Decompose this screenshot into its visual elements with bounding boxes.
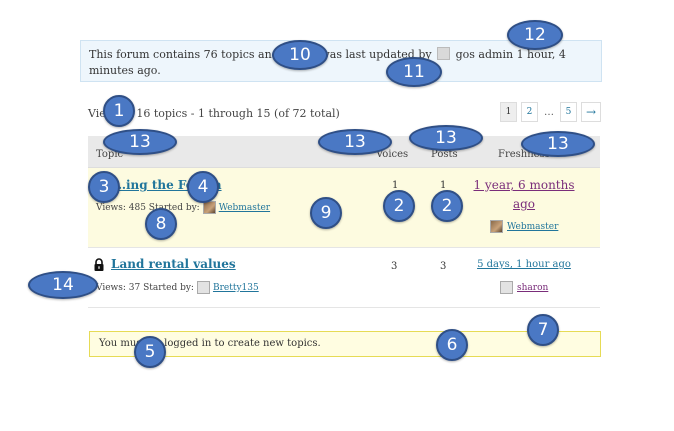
callout-5: 5 [134,336,166,368]
callout-4: 4 [187,171,219,203]
updater-avatar [437,47,451,60]
last-poster-avatar [500,281,513,294]
callout-8: 8 [145,208,177,240]
posts-count: 3 [440,261,447,272]
topic-views-label: Views: 485 Started by: [96,202,200,213]
page-ellipsis: … [544,106,554,118]
page-2[interactable]: 2 [521,102,538,122]
callout-1: 1 [103,95,135,127]
callout-2a: 2 [383,190,415,222]
last-poster: Webmaster [490,220,558,233]
lock-icon [94,258,104,271]
last-poster-link[interactable]: sharon [517,283,548,293]
callout-10: 10 [272,40,328,70]
updater-name[interactable]: gos admin [456,48,513,61]
table-row: Land rental values Views: 37 Started by:… [88,248,600,308]
forum-info-suffix: minutes ago. [89,64,161,77]
callout-12: 12 [507,20,563,50]
freshness-link[interactable]: 5 days, 1 hour ago [474,259,574,270]
callout-9: 9 [310,197,342,229]
topic-views-label: Views: 37 Started by: [96,282,194,293]
next-page-arrow-icon[interactable]: → [581,102,602,122]
last-poster: sharon [500,281,548,294]
callout-13a: 13 [103,129,177,155]
topic-meta: Views: 37 Started by: Bretty135 [96,281,259,294]
author-avatar [196,281,210,294]
callout-2b: 2 [431,190,463,222]
forum-info-prefix: This forum contains 76 topics and 4 [89,48,290,61]
callout-14: 14 [28,271,98,299]
pager: 1 2 … 5 → [500,102,602,122]
callout-7: 7 [527,314,559,346]
callout-13c: 13 [409,125,483,151]
callout-3: 3 [88,171,120,203]
callout-13d: 13 [521,131,595,157]
last-poster-avatar [490,220,503,233]
callout-13b: 13 [318,129,392,155]
author-link[interactable]: Webmaster [219,203,270,213]
freshness-link[interactable]: 1 year, 6 months ago [472,176,576,214]
page-1: 1 [500,102,517,122]
updated-ago: 1 hour, 4 [516,48,566,61]
callout-6: 6 [436,329,468,361]
callout-11: 11 [386,57,442,87]
topic-title-link[interactable]: Land rental values [111,257,236,271]
topic-meta: Views: 485 Started by: Webmaster [96,201,270,214]
author-avatar [202,201,216,214]
last-poster-link[interactable]: Webmaster [507,222,558,232]
page-5[interactable]: 5 [560,102,577,122]
author-link[interactable]: Bretty135 [213,283,259,293]
voices-count: 3 [391,261,398,272]
